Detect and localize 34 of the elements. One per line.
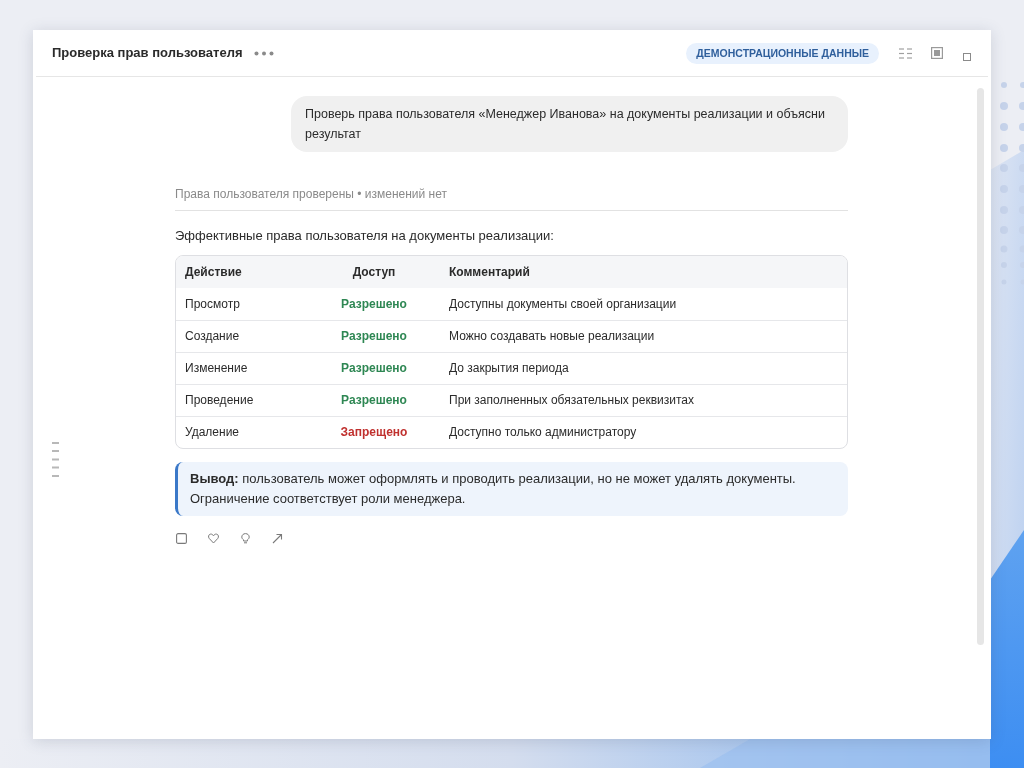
arrow-icon[interactable] <box>272 533 283 544</box>
copy-icon[interactable] <box>176 533 187 544</box>
table-cell: Изменение <box>185 361 248 375</box>
square-icon[interactable] <box>963 52 971 61</box>
scrollbar[interactable] <box>977 88 984 645</box>
status-text: Права пользователя проверены • изменений нет <box>175 186 448 203</box>
table-cell: До закрытия периода <box>449 361 569 375</box>
more-icon[interactable] <box>254 50 275 56</box>
column-header: Действие <box>185 265 242 279</box>
access-status: Разрешено <box>341 296 407 311</box>
framed-square-icon[interactable] <box>931 47 943 59</box>
table-cell: Доступны документы своей организации <box>449 296 677 311</box>
window-title: Проверка прав пользователя <box>52 44 243 63</box>
table-cell: Создание <box>185 329 240 343</box>
column-header: Комментарий <box>449 265 530 279</box>
lightbulb-icon[interactable] <box>240 533 251 544</box>
intro-text: Эффективные права пользователя на документы реализации: <box>175 227 555 245</box>
access-status: Разрешено <box>341 393 407 407</box>
user-message: Проверь права пользователя «Менеджер Иванова» на документы реализации и объясни результат <box>291 96 848 152</box>
access-status: Разрешено <box>341 361 407 375</box>
column-header: Доступ <box>352 265 396 279</box>
table-cell: Проведение <box>185 393 254 407</box>
demo-data-badge: ДЕМОНСТРАЦИОННЫЕ ДАННЫЕ <box>686 42 879 64</box>
conclusion-callout: Вывод: пользователь может оформлять и проводить реализации, но не может удалять документы. Ограничение соответствует роли менеджера. <box>175 462 848 516</box>
table-cell: Просмотр <box>185 296 240 311</box>
access-status: Запрещено <box>340 425 408 440</box>
list-view-icon[interactable] <box>899 47 912 59</box>
drag-handle-icon[interactable] <box>52 442 59 477</box>
heart-icon[interactable] <box>208 533 219 544</box>
table-cell: Доступно только администратору <box>449 425 637 440</box>
table-cell: Удаление <box>185 425 240 440</box>
table-cell: Можно создавать новые реализации <box>449 329 655 343</box>
table-cell: При заполненных обязательных реквизитах <box>449 393 695 407</box>
access-status: Разрешено <box>341 329 407 343</box>
